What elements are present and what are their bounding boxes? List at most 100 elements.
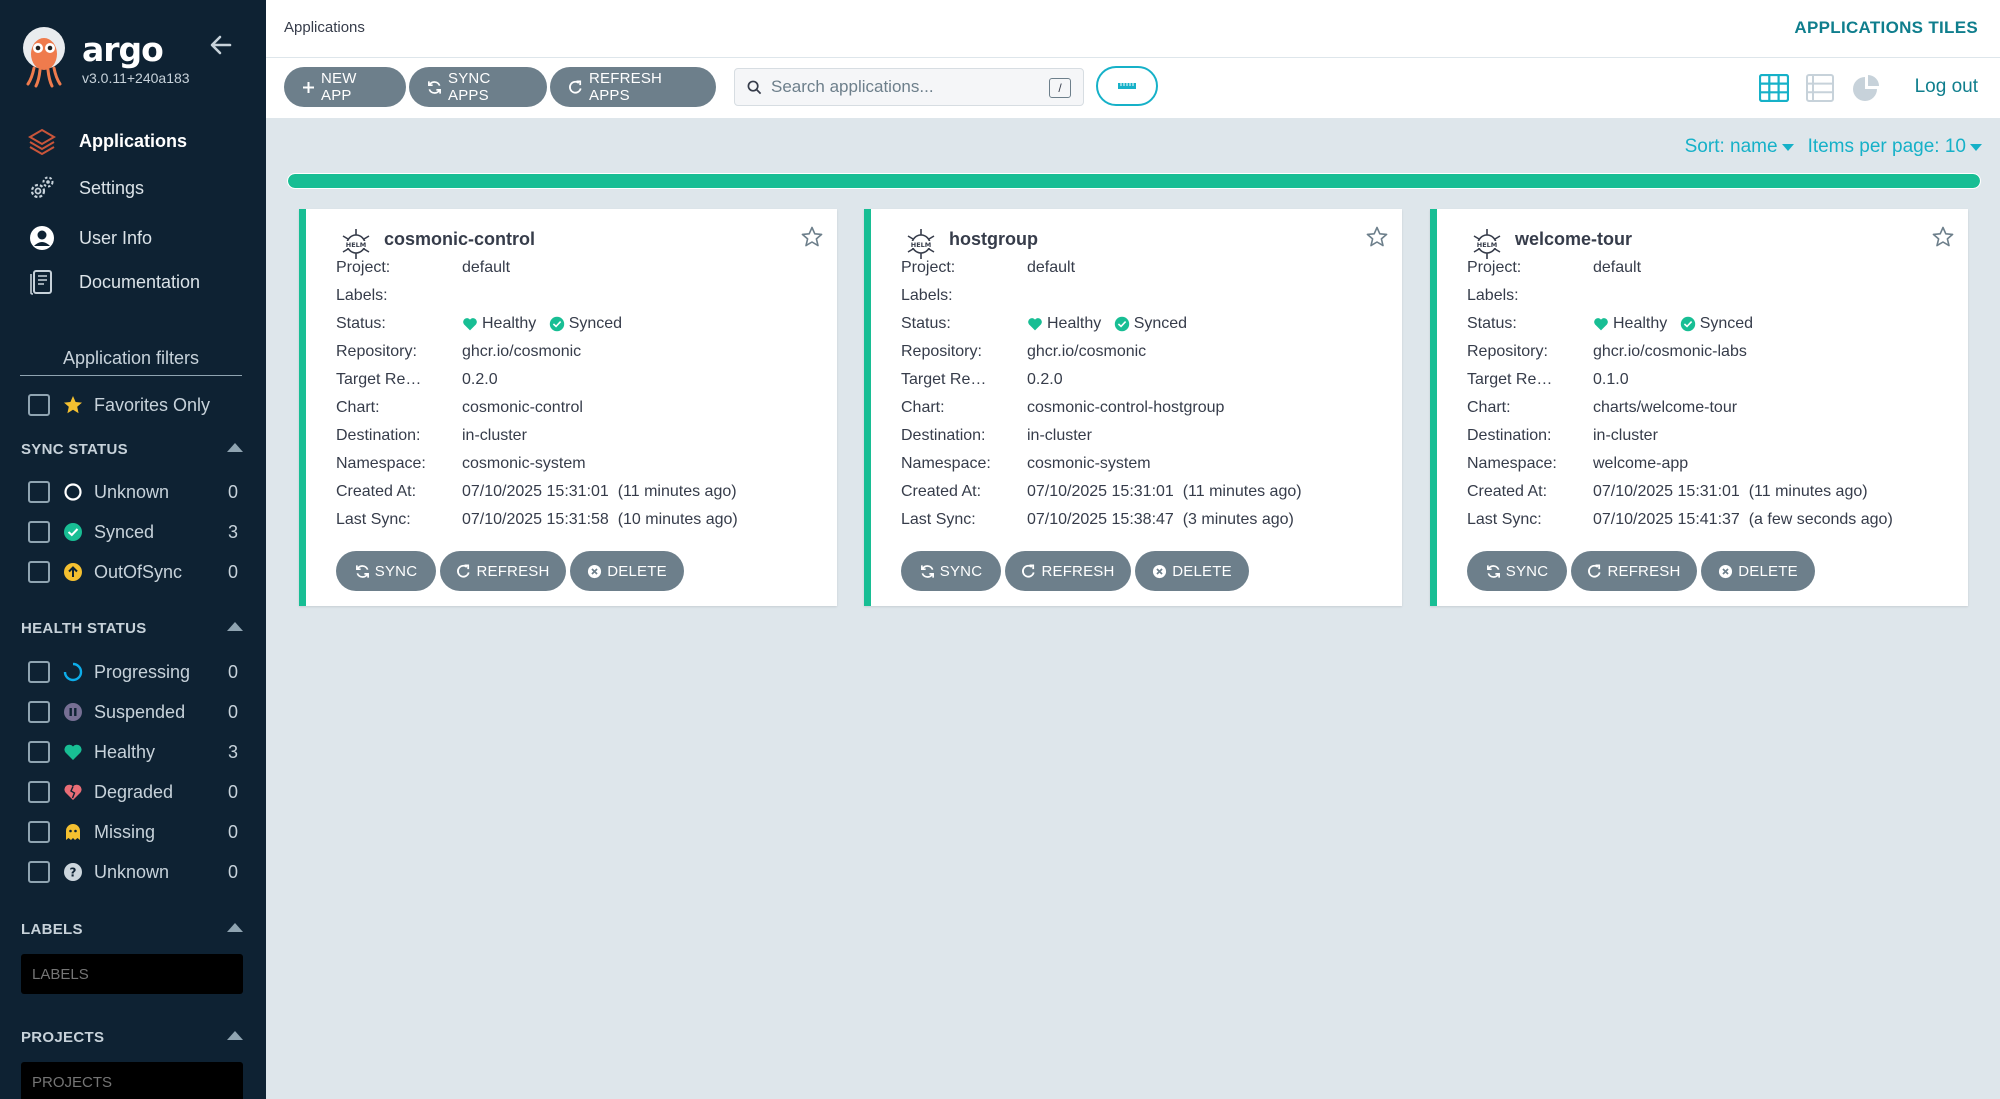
collapse-triangle-icon[interactable] [227,1031,243,1040]
sync-button[interactable]: SYNC [1467,551,1567,591]
field-value: 07/10/2025 15:31:01 (11 minutes ago) [1027,483,1302,500]
field-label: Created At: [336,483,417,500]
field-label: Namespace: [1467,455,1557,472]
filter-count: 3 [227,741,238,762]
application-tile[interactable]: HELM welcome-tour Project: default Labels:… [1430,209,1968,606]
sync-apps-button[interactable]: SYNC APPS [409,67,547,107]
field-label: Target Revi... [901,371,991,388]
filter-health-unknown[interactable]: ? Unknown 0 [0,857,266,887]
sync-button[interactable]: SYNC [901,551,1001,591]
favorite-star-icon[interactable] [801,226,823,248]
close-circle-icon [588,564,602,578]
filter-sync-synced[interactable]: Synced 3 [0,517,266,547]
filter-health-suspended[interactable]: Suspended 0 [0,697,266,727]
filter-checkbox[interactable] [28,701,50,723]
breadcrumb[interactable]: Applications [284,19,365,36]
nav-settings[interactable]: Settings [0,166,266,210]
application-tile[interactable]: HELM cosmonic-control Project: default Lab… [299,209,837,606]
button-label: SYNC [939,562,983,580]
filter-favorites[interactable]: Favorites Only [0,390,266,420]
filter-health-healthy[interactable]: Healthy 3 [0,737,266,767]
delete-button[interactable]: DELETE [1701,551,1815,591]
app-name[interactable]: cosmonic-control [384,229,535,250]
collapse-triangle-icon[interactable] [227,443,243,452]
favorite-star-icon[interactable] [1366,226,1388,248]
favorite-star-icon[interactable] [1932,226,1954,248]
status-value: Healthy Synced [462,315,622,333]
field-value: ghcr.io/cosmonic-labs [1593,343,1747,360]
application-tile[interactable]: HELM hostgroup Project: default Labels: Sta… [864,209,1402,606]
field-label: Target Revi... [336,371,426,388]
collapse-triangle-icon[interactable] [227,923,243,932]
check-circle-icon [549,316,564,332]
version-label: v3.0.11+240a183 [82,70,190,86]
sync-status-text: Synced [568,315,623,332]
delete-button[interactable]: DELETE [570,551,684,591]
filter-checkbox[interactable] [28,781,50,803]
items-per-page-dropdown[interactable]: Items per page: 10 [1808,136,1982,158]
labels-filter-input[interactable] [21,954,243,994]
health-status-heading[interactable]: HEALTH STATUS [21,620,243,637]
search-box[interactable]: / [734,68,1084,106]
new-app-button[interactable]: NEW APP [284,67,406,107]
filter-health-progressing[interactable]: Progressing 0 [0,657,266,687]
field-label: Project: [336,259,391,276]
sync-button[interactable]: SYNC [336,551,436,591]
filter-checkbox[interactable] [28,821,50,843]
search-input[interactable] [771,75,1041,99]
filter-sync-unknown[interactable]: Unknown 0 [0,477,266,507]
logout-link[interactable]: Log out [1915,76,1978,98]
refresh-icon [1588,564,1601,578]
favorites-checkbox[interactable] [28,394,50,416]
filter-checkbox[interactable] [28,481,50,503]
sync-status-text: Synced [1699,315,1754,332]
helm-icon: HELM [1473,229,1501,259]
list-view-icon[interactable] [1804,72,1836,104]
refresh-button[interactable]: REFRESH [440,551,566,591]
nav-applications[interactable]: Applications [0,119,266,163]
filter-checkbox[interactable] [28,741,50,763]
check-circle-icon [1680,316,1695,332]
field-value: cosmonic-control-hostgroup [1027,399,1225,416]
favorites-label: Favorites Only [94,394,211,415]
filter-sync-outofsync[interactable]: OutOfSync 0 [0,557,266,587]
sync-status-heading[interactable]: SYNC STATUS [21,441,243,458]
field-value: ghcr.io/cosmonic [462,343,582,360]
field-value: cosmonic-control [462,399,583,416]
filter-checkbox[interactable] [28,521,50,543]
filter-health-degraded[interactable]: Degraded 0 [0,777,266,807]
filter-checkbox[interactable] [28,861,50,883]
pie-summary-icon[interactable] [1850,72,1882,104]
refresh-icon [569,80,582,94]
filter-checkbox[interactable] [28,561,50,583]
helm-icon: HELM [907,229,935,259]
nav-documentation[interactable]: Documentation [0,260,266,304]
filter-toggle-button[interactable] [1096,66,1158,106]
projects-heading[interactable]: PROJECTS [21,1029,243,1046]
field-value: 07/10/2025 15:31:01 (11 minutes ago) [462,483,737,500]
refresh-button[interactable]: REFRESH [1571,551,1697,591]
filter-checkbox[interactable] [28,661,50,683]
health-status-text: Healthy [1613,315,1668,332]
app-name[interactable]: welcome-tour [1515,229,1632,250]
spinner-icon [63,662,83,682]
collapse-sidebar-icon[interactable] [208,32,234,58]
delete-button[interactable]: DELETE [1135,551,1249,591]
app-name[interactable]: hostgroup [949,229,1038,250]
argo-logo-icon[interactable] [20,26,68,88]
filter-label: Unknown [94,861,170,882]
refresh-button[interactable]: REFRESH [1005,551,1131,591]
refresh-apps-button[interactable]: REFRESH APPS [550,67,716,107]
field-label: Created At: [1467,483,1548,500]
labels-heading[interactable]: LABELS [21,921,243,938]
tiles-view-icon[interactable] [1758,72,1790,104]
collapse-triangle-icon[interactable] [227,622,243,631]
filter-count: 0 [227,861,238,882]
nav-user-info[interactable]: User Info [0,216,266,260]
sort-dropdown[interactable]: Sort: name [1685,136,1794,158]
close-circle-icon [1719,564,1733,578]
projects-filter-input[interactable] [21,1062,243,1099]
field-value: default [462,259,511,276]
filter-health-missing[interactable]: Missing 0 [0,817,266,847]
field-value: in-cluster [1593,427,1658,444]
